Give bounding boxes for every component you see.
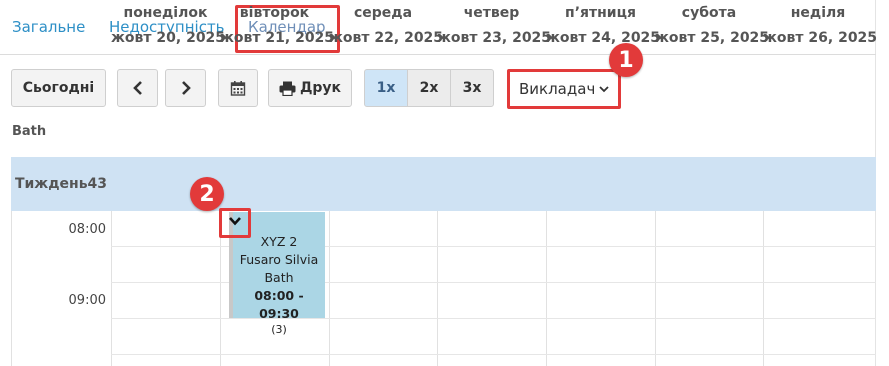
today-button-label: Сьогодні (22, 80, 95, 96)
grid-line (111, 211, 112, 366)
zoom-3x-button[interactable]: 3x (450, 69, 494, 107)
day-header-fri: п’ятниця жовт 24, 2025 (546, 0, 661, 54)
grid-line (655, 211, 656, 366)
day-name: четвер (463, 5, 520, 21)
day-header-sat: субота жовт 25, 2025 (655, 0, 770, 54)
day-header-sun: неділя жовт 26, 2025 (763, 0, 878, 54)
next-button[interactable] (165, 69, 206, 107)
zoom-1x-button[interactable]: 1x (364, 69, 408, 107)
day-name: середа (353, 5, 413, 21)
chevron-down-icon (599, 86, 609, 93)
day-header-mon: понеділок жовт 20, 2025 (111, 0, 226, 54)
grid-line (546, 211, 547, 366)
resource-name: Bath (12, 124, 47, 139)
day-header-tue: вівторок жовт 21, 2025 (220, 0, 335, 54)
grid-line (111, 318, 876, 319)
day-date: жовт 20, 2025 (111, 30, 226, 46)
day-name: субота (681, 5, 737, 21)
day-name: вівторок (239, 5, 310, 21)
day-date: жовт 22, 2025 (329, 30, 444, 46)
print-icon (279, 81, 296, 96)
day-date: жовт 23, 2025 (437, 30, 552, 46)
annotation-badge-2: 2 (190, 177, 224, 211)
today-button[interactable]: Сьогодні (11, 69, 106, 107)
week-number: Тиждень43 (14, 176, 108, 192)
event-toggle-highlight (219, 208, 251, 238)
grid-line (111, 246, 876, 247)
day-header-wed: середа жовт 22, 2025 (329, 0, 444, 54)
zoom-3x-label: 3x (462, 80, 482, 96)
view-select-value: Викладач (519, 80, 596, 98)
day-date: жовт 21, 2025 (220, 30, 335, 46)
date-picker-button[interactable] (218, 69, 258, 107)
view-select[interactable]: Викладач (507, 69, 621, 109)
day-date: жовт 25, 2025 (655, 30, 770, 46)
grid-line (329, 211, 330, 366)
prev-button[interactable] (117, 69, 158, 107)
calendar-header (11, 157, 876, 211)
day-name: п’ятниця (565, 5, 636, 21)
zoom-1x-label: 1x (376, 80, 396, 96)
grid-line (437, 211, 438, 366)
day-header-thu: четвер жовт 23, 2025 (437, 0, 552, 54)
chevron-left-icon (132, 81, 142, 95)
day-name: понеділок (123, 5, 208, 21)
time-label-0800: 08:00 (68, 222, 106, 237)
tab-general[interactable]: Загальне (12, 18, 85, 36)
calendar-icon (230, 81, 246, 96)
grid-line (111, 282, 876, 283)
zoom-2x-button[interactable]: 2x (407, 69, 451, 107)
event-count: (3) (271, 323, 287, 336)
day-date: жовт 26, 2025 (763, 30, 878, 46)
print-button[interactable]: Друк (268, 69, 352, 107)
grid-line (111, 354, 876, 355)
chevron-right-icon (181, 81, 191, 95)
time-label-0900: 09:00 (68, 293, 106, 308)
zoom-2x-label: 2x (419, 80, 439, 96)
event-time: 08:00 - 09:30 (254, 288, 304, 321)
day-date: жовт 24, 2025 (546, 30, 661, 46)
grid-line (11, 211, 12, 366)
event-room: Bath (264, 270, 294, 285)
day-name: неділя (790, 5, 846, 21)
grid-line (763, 211, 764, 366)
print-button-label: Друк (299, 80, 342, 96)
event-teacher: Fusaro Silvia (239, 252, 319, 267)
